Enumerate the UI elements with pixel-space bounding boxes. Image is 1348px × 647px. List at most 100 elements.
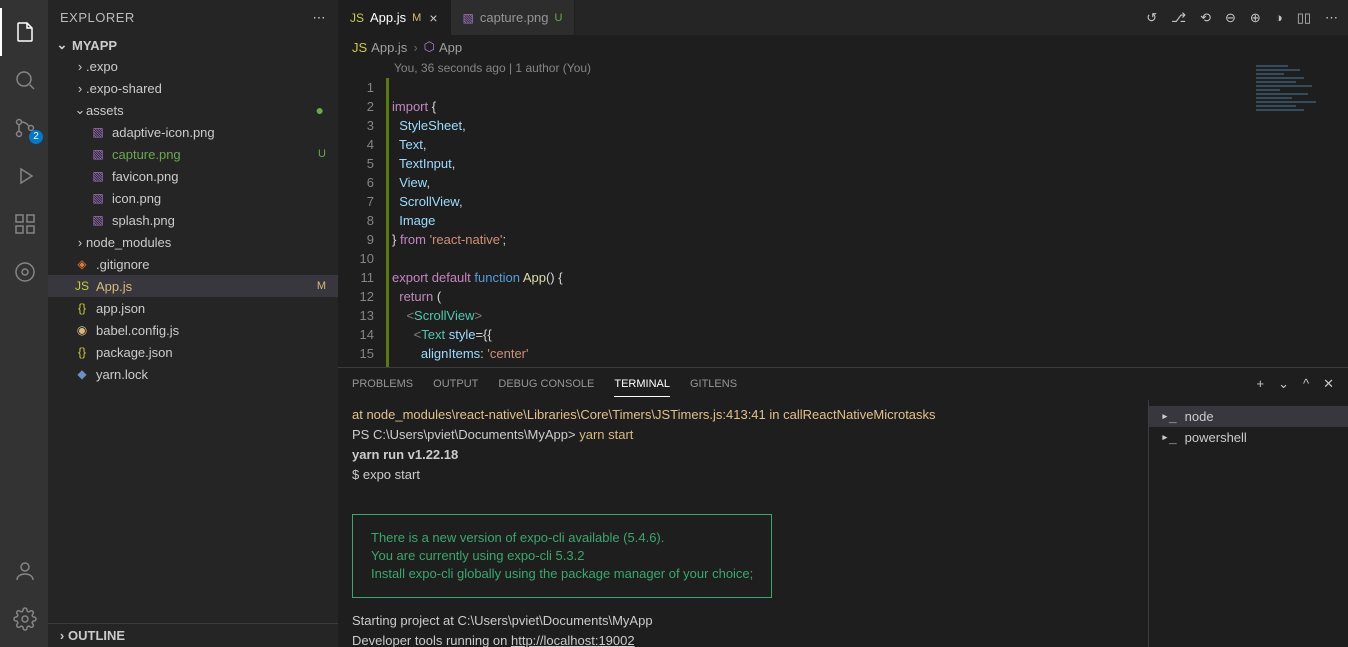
tree-item-label: .gitignore [96, 257, 338, 272]
editor-tabbar: JSApp.jsM×▧capture.pngU ↺ ⎇ ⟲ ⊖ ⊕ ◑ ▯▯ ⋯ [338, 0, 1348, 35]
terminal-icon: ▸_ [1161, 430, 1177, 445]
terminal-dropdown-icon[interactable]: ⌄ [1278, 376, 1289, 392]
run-icon[interactable]: ◑ [1275, 10, 1283, 25]
js-file-icon: JS [352, 40, 367, 55]
file-babel-config-js[interactable]: ◉babel.config.js [48, 319, 338, 341]
line-gutter: 123456789101112131415 [338, 78, 392, 367]
file-favicon-png[interactable]: ▧favicon.png [48, 165, 338, 187]
scm-badge: 2 [29, 130, 43, 144]
outline-label: OUTLINE [68, 628, 125, 643]
tree-item-label: app.json [96, 301, 338, 316]
terminal-instance-powershell[interactable]: ▸_ powershell [1149, 427, 1348, 448]
minimap[interactable] [1228, 59, 1348, 367]
tree-item-label: node_modules [86, 235, 338, 250]
git-status: M [317, 280, 326, 292]
file-splash-png[interactable]: ▧splash.png [48, 209, 338, 231]
breadcrumb-file: App.js [371, 40, 407, 55]
file-package-json[interactable]: {}package.json [48, 341, 338, 363]
symbol-icon: ⬡ [424, 39, 435, 55]
outline-section-header[interactable]: › OUTLINE [48, 623, 338, 647]
breadcrumb-separator-icon: › [413, 40, 417, 55]
chevron-right-icon: › [74, 235, 86, 250]
code-editor[interactable]: You, 36 seconds ago | 1 author (You) 123… [338, 59, 1228, 367]
close-tab-icon[interactable]: × [429, 10, 437, 26]
breadcrumb-symbol: App [439, 40, 462, 55]
tab-label: App.js [370, 10, 406, 25]
tree-item-label: favicon.png [112, 169, 338, 184]
folder-assets[interactable]: ⌄assets● [48, 99, 338, 121]
revert-icon[interactable]: ⟲ [1200, 10, 1211, 26]
editor-area: JSApp.jsM×▧capture.pngU ↺ ⎇ ⟲ ⊖ ⊕ ◑ ▯▯ ⋯… [338, 0, 1348, 647]
git-compare-icon[interactable]: ⎇ [1171, 10, 1186, 26]
gitlens-activity-icon[interactable] [1, 248, 49, 296]
tab-capture-png[interactable]: ▧capture.pngU [451, 0, 576, 35]
tree-item-label: babel.config.js [96, 323, 338, 338]
chevron-down-icon: ⌄ [74, 102, 86, 118]
terminal-instance-label: node [1185, 409, 1214, 424]
tree-item-label: adaptive-icon.png [112, 125, 338, 140]
settings-activity-icon[interactable] [1, 595, 49, 643]
tab-app-js[interactable]: JSApp.jsM× [338, 0, 451, 35]
tree-item-label: assets [86, 103, 316, 118]
next-change-icon[interactable]: ⊕ [1250, 10, 1261, 26]
tree-item-label: yarn.lock [96, 367, 338, 382]
terminal-list: ▸_ node ▸_ powershell [1148, 400, 1348, 647]
folder--expo-shared[interactable]: ›.expo-shared [48, 77, 338, 99]
tree-item-label: App.js [96, 279, 317, 294]
file-icon-png[interactable]: ▧icon.png [48, 187, 338, 209]
chevron-right-icon: › [74, 81, 86, 96]
folder--expo[interactable]: ›.expo [48, 55, 338, 77]
close-panel-icon[interactable]: ✕ [1323, 376, 1334, 392]
panel-tabs: PROBLEMS OUTPUT DEBUG CONSOLE TERMINAL GITLE… [338, 368, 1348, 400]
breadcrumb[interactable]: JS App.js › ⬡ App [338, 35, 1348, 59]
tree-item-label: package.json [96, 345, 338, 360]
git-modified-dot-icon: ● [316, 102, 324, 118]
file-app-js[interactable]: JSApp.jsM [48, 275, 338, 297]
timeline-icon[interactable]: ↺ [1146, 10, 1157, 26]
search-activity-icon[interactable] [1, 56, 49, 104]
editor-more-icon[interactable]: ⋯ [1325, 10, 1338, 26]
sidebar-more-icon[interactable]: ⋯ [313, 10, 327, 26]
new-terminal-icon[interactable]: + [1256, 376, 1264, 392]
project-section-header[interactable]: ⌄ MYAPP [48, 35, 338, 55]
panel-tab-debug-console[interactable]: DEBUG CONSOLE [498, 372, 594, 397]
panel-tab-terminal[interactable]: TERMINAL [614, 372, 670, 397]
file--gitignore[interactable]: ◈.gitignore [48, 253, 338, 275]
file-capture-png[interactable]: ▧capture.pngU [48, 143, 338, 165]
panel-tab-problems[interactable]: PROBLEMS [352, 372, 413, 397]
code-content[interactable]: import { StyleSheet, Text, TextInput, Vi… [392, 78, 591, 367]
split-editor-icon[interactable]: ▯▯ [1297, 10, 1311, 26]
explorer-sidebar: EXPLORER ⋯ ⌄ MYAPP ›.expo›.expo-shared⌄a… [48, 0, 338, 647]
codelens[interactable]: You, 36 seconds ago | 1 author (You) [338, 59, 591, 78]
git-status: U [318, 148, 326, 160]
accounts-activity-icon[interactable] [1, 547, 49, 595]
terminal-instance-label: powershell [1185, 430, 1247, 445]
chevron-down-icon: ⌄ [56, 37, 68, 53]
terminal-instance-node[interactable]: ▸_ node [1149, 406, 1348, 427]
prev-change-icon[interactable]: ⊖ [1225, 10, 1236, 26]
chevron-right-icon: › [74, 59, 86, 74]
extensions-activity-icon[interactable] [1, 200, 49, 248]
tree-item-label: capture.png [112, 147, 318, 162]
maximize-panel-icon[interactable]: ^ [1303, 376, 1309, 392]
run-debug-activity-icon[interactable] [1, 152, 49, 200]
file-adaptive-icon-png[interactable]: ▧adaptive-icon.png [48, 121, 338, 143]
tree-item-label: splash.png [112, 213, 338, 228]
tree-item-label: .expo-shared [86, 81, 338, 96]
project-name: MYAPP [72, 38, 117, 53]
terminal-icon: ▸_ [1161, 409, 1177, 424]
terminal-output[interactable]: at node_modules\react-native\Libraries\C… [338, 400, 1148, 647]
file-app-json[interactable]: {}app.json [48, 297, 338, 319]
file-tree: ›.expo›.expo-shared⌄assets●▧adaptive-ico… [48, 55, 338, 623]
folder-node-modules[interactable]: ›node_modules [48, 231, 338, 253]
sidebar-title: EXPLORER [60, 10, 135, 25]
panel-tab-output[interactable]: OUTPUT [433, 372, 478, 397]
tab-label: capture.png [480, 10, 549, 25]
bottom-panel: PROBLEMS OUTPUT DEBUG CONSOLE TERMINAL GITLE… [338, 367, 1348, 647]
tab-git-status: M [412, 12, 421, 24]
tree-item-label: .expo [86, 59, 338, 74]
panel-tab-gitlens[interactable]: GITLENS [690, 372, 737, 397]
explorer-activity-icon[interactable] [0, 8, 48, 56]
source-control-activity-icon[interactable]: 2 [1, 104, 49, 152]
file-yarn-lock[interactable]: ◆yarn.lock [48, 363, 338, 385]
